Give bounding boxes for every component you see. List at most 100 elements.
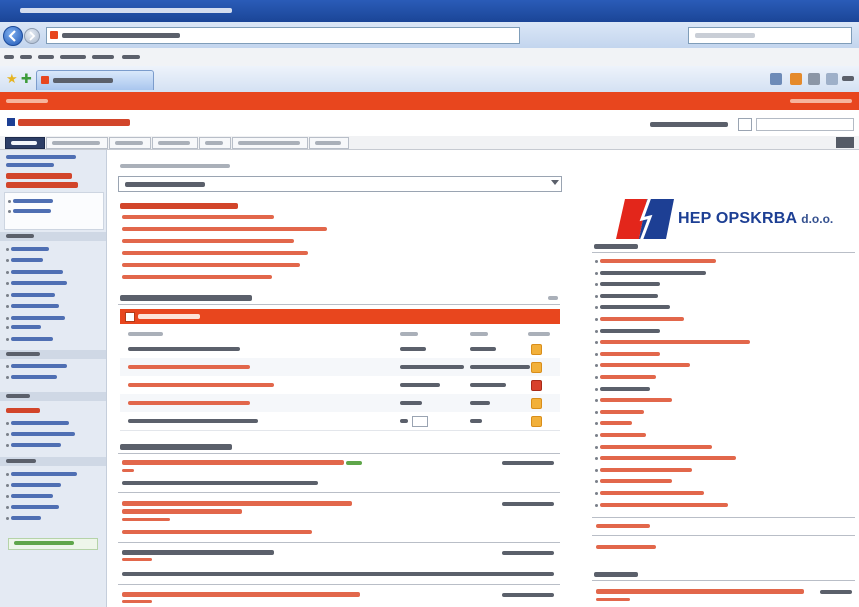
service-link[interactable] [122, 227, 327, 231]
value-input[interactable] [412, 416, 428, 427]
sidebar-link[interactable] [11, 325, 41, 329]
page-icon[interactable] [826, 73, 838, 85]
menu-item[interactable] [20, 55, 32, 59]
news-sidebar-title[interactable] [596, 589, 804, 594]
sidebar-link[interactable] [11, 258, 43, 262]
checkbox[interactable] [125, 312, 135, 322]
table-cell-label[interactable] [128, 365, 250, 369]
forward-button[interactable] [24, 28, 40, 44]
sidebar-link[interactable] [11, 505, 59, 509]
search-input[interactable] [688, 27, 852, 44]
more-notices-link[interactable] [596, 524, 650, 528]
nav-menu-button[interactable] [836, 137, 854, 148]
menu-item[interactable] [4, 55, 14, 59]
service-link[interactable] [122, 263, 300, 267]
notice-link[interactable] [600, 317, 684, 321]
notice-link[interactable] [600, 445, 712, 449]
news-title[interactable] [122, 550, 274, 555]
sidebar-link[interactable] [11, 247, 49, 251]
notice-link[interactable] [600, 305, 670, 309]
sidebar-link[interactable] [11, 432, 75, 436]
nav-tab[interactable] [232, 137, 308, 149]
notice-link[interactable] [600, 352, 660, 356]
nav-tab[interactable] [152, 137, 198, 149]
notice-link[interactable] [600, 468, 692, 472]
notice-link[interactable] [600, 433, 646, 437]
warning-icon[interactable] [531, 344, 542, 355]
notice-link[interactable] [600, 479, 672, 483]
print-icon[interactable] [808, 73, 820, 85]
menu-item[interactable] [60, 55, 86, 59]
sidebar-link[interactable] [11, 364, 67, 368]
nav-tab-home[interactable] [5, 137, 45, 149]
notice-link[interactable] [600, 410, 644, 414]
star-icon[interactable]: ★ [6, 72, 18, 85]
user-info-text[interactable] [790, 99, 852, 103]
sidebar-link[interactable] [11, 443, 61, 447]
collapse-icon[interactable] [548, 296, 558, 300]
news-summary[interactable] [122, 530, 312, 534]
archive-link[interactable] [596, 545, 656, 549]
menu-item[interactable] [92, 55, 114, 59]
notice-link[interactable] [600, 329, 660, 333]
service-link[interactable] [122, 239, 294, 243]
news-title[interactable] [122, 460, 344, 465]
news-title[interactable] [122, 592, 360, 597]
sidebar-link[interactable] [11, 316, 65, 320]
notice-link[interactable] [600, 294, 658, 298]
sidebar-link[interactable] [6, 155, 76, 159]
sidebar-link[interactable] [11, 270, 63, 274]
table-cell-label[interactable] [128, 383, 274, 387]
notice-link[interactable] [600, 271, 706, 275]
menu-item[interactable] [38, 55, 54, 59]
warning-icon[interactable] [531, 416, 542, 427]
nav-tab[interactable] [199, 137, 231, 149]
back-button[interactable] [3, 26, 23, 46]
sidebar-link[interactable] [13, 209, 51, 213]
notice-link[interactable] [600, 363, 690, 367]
sidebar-link[interactable] [13, 199, 53, 203]
sidebar-link[interactable] [11, 375, 57, 379]
service-link[interactable] [122, 275, 272, 279]
nav-tab[interactable] [46, 137, 108, 149]
notice-link[interactable] [600, 387, 650, 391]
portal-search-option[interactable] [738, 118, 752, 131]
address-input[interactable] [46, 27, 520, 44]
notice-link[interactable] [600, 340, 750, 344]
table-cell-label[interactable] [128, 401, 250, 405]
sidebar-link[interactable] [11, 516, 41, 520]
notice-link[interactable] [600, 421, 632, 425]
rss-icon[interactable] [790, 73, 802, 85]
news-title[interactable] [122, 509, 242, 514]
nav-tab[interactable] [309, 137, 349, 149]
sidebar-link[interactable] [11, 421, 69, 425]
service-select[interactable] [118, 176, 562, 192]
browser-tab[interactable] [36, 70, 154, 90]
warning-icon[interactable] [531, 362, 542, 373]
notice-link[interactable] [600, 282, 660, 286]
notice-link[interactable] [600, 503, 728, 507]
tools-menu-label[interactable] [842, 76, 854, 81]
sidebar-link[interactable] [11, 281, 67, 285]
alert-icon[interactable] [531, 380, 542, 391]
nav-tab[interactable] [109, 137, 151, 149]
sidebar-link[interactable] [11, 293, 55, 297]
notice-link[interactable] [600, 398, 672, 402]
service-link[interactable] [122, 215, 274, 219]
notice-link[interactable] [600, 456, 736, 460]
home-icon[interactable] [770, 73, 782, 85]
sidebar-link[interactable] [11, 472, 77, 476]
news-title[interactable] [122, 501, 352, 506]
notice-link[interactable] [600, 491, 704, 495]
sidebar-link[interactable] [11, 483, 61, 487]
portal-search-input[interactable] [756, 118, 854, 131]
warning-icon[interactable] [531, 398, 542, 409]
sidebar-link[interactable] [11, 494, 53, 498]
service-link[interactable] [122, 251, 308, 255]
sidebar-link[interactable] [6, 163, 54, 167]
notice-link[interactable] [600, 259, 716, 263]
sidebar-link[interactable] [11, 304, 59, 308]
menu-item[interactable] [122, 55, 140, 59]
notice-link[interactable] [600, 375, 656, 379]
sidebar-link[interactable] [11, 337, 53, 341]
